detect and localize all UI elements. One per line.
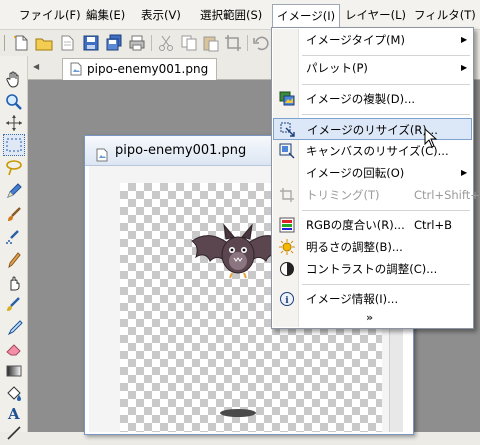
eraser-icon[interactable] bbox=[5, 340, 23, 358]
menu-item-label: イメージタイプ(M) bbox=[306, 33, 405, 47]
line-tool-icon[interactable] bbox=[5, 424, 23, 442]
gradient-icon[interactable] bbox=[5, 362, 23, 380]
info-icon: i bbox=[279, 291, 295, 307]
menu-item-trim[interactable]: トリミング(T) Ctrl+Shift+T bbox=[273, 184, 480, 206]
menu-layer[interactable]: レイヤー(L) bbox=[341, 6, 410, 24]
cut-icon[interactable] bbox=[157, 34, 175, 52]
tab-scroll-left-icon[interactable]: ◀ bbox=[33, 62, 39, 71]
menu-view[interactable]: 表示(V) bbox=[137, 6, 185, 24]
document-tab-label: pipo-enemy001.png bbox=[87, 62, 209, 76]
open-file-icon[interactable] bbox=[58, 34, 76, 52]
zoom-icon[interactable] bbox=[5, 93, 23, 111]
toolbar-grip bbox=[4, 35, 5, 51]
menu-item-label: イメージの回転(O) bbox=[306, 166, 405, 180]
toolbar-separator bbox=[247, 35, 248, 51]
document-window-title: pipo-enemy001.png bbox=[115, 143, 247, 158]
contrast-icon bbox=[279, 261, 295, 277]
crop-icon[interactable] bbox=[224, 34, 242, 52]
text-tool-icon[interactable]: A bbox=[5, 404, 23, 423]
menu-item-label: トリミング(T) bbox=[306, 188, 380, 202]
image-file-icon bbox=[95, 144, 109, 162]
toolbar-separator bbox=[151, 35, 152, 51]
menu-edit[interactable]: 編集(E) bbox=[82, 6, 129, 24]
menu-item-rotate-image[interactable]: イメージの回転(O) ▶ bbox=[273, 162, 472, 184]
menu-item-palette[interactable]: パレット(P) ▶ bbox=[273, 57, 472, 79]
airbrush-icon[interactable] bbox=[5, 228, 23, 246]
menu-item-label: パレット(P) bbox=[306, 61, 368, 75]
save-icon[interactable] bbox=[82, 34, 100, 52]
menu-item-resize-image[interactable]: イメージのリサイズ(R)... bbox=[273, 118, 472, 140]
undo-icon[interactable] bbox=[252, 34, 270, 52]
resize-image-icon bbox=[280, 122, 296, 138]
brightness-icon bbox=[279, 239, 295, 255]
sprite-shadow bbox=[220, 409, 256, 417]
menu-item-image-type[interactable]: イメージタイプ(M) ▶ bbox=[273, 29, 472, 51]
menu-selection[interactable]: 選択範囲(S) bbox=[196, 6, 266, 24]
move-icon[interactable] bbox=[5, 114, 23, 132]
stamp-icon[interactable] bbox=[5, 296, 23, 314]
document-tab[interactable]: pipo-enemy001.png bbox=[62, 58, 218, 80]
menu-item-shortcut: Ctrl+B bbox=[414, 218, 452, 232]
submenu-arrow-icon: ▶ bbox=[461, 35, 468, 44]
svg-text:A: A bbox=[7, 405, 20, 422]
menu-item-label: 明るさの調整(B)... bbox=[306, 240, 403, 254]
menu-separator bbox=[302, 114, 470, 115]
image-file-icon bbox=[69, 62, 83, 76]
menu-item-resize-canvas[interactable]: キャンバスのリサイズ(C)... bbox=[273, 140, 472, 162]
menu-item-label: イメージ情報(I)... bbox=[306, 292, 399, 306]
smudge-icon[interactable] bbox=[5, 274, 23, 292]
menu-file[interactable]: ファイル(F) bbox=[15, 6, 85, 24]
hand-icon[interactable] bbox=[5, 70, 23, 88]
menu-item-image-info[interactable]: i イメージ情報(I)... bbox=[273, 288, 472, 310]
menu-item-duplicate-image[interactable]: イメージの複製(D)... bbox=[273, 88, 472, 110]
svg-text:i: i bbox=[285, 296, 289, 306]
brush-icon[interactable] bbox=[5, 206, 23, 224]
menu-item-contrast[interactable]: コントラストの調整(C)... bbox=[273, 258, 472, 280]
menu-separator bbox=[302, 84, 470, 85]
menu-item-shortcut: Ctrl+Shift+T bbox=[414, 188, 480, 202]
menu-item-label: コントラストの調整(C)... bbox=[306, 262, 438, 276]
menu-separator bbox=[302, 284, 470, 285]
menu-item-label: イメージの複製(D)... bbox=[306, 92, 416, 106]
new-file-icon[interactable] bbox=[12, 34, 30, 52]
double-chevron-down-icon[interactable]: » bbox=[366, 311, 373, 324]
menubar: ファイル(F) 編集(E) 表示(V) 選択範囲(S) イメージ(I) レイヤー… bbox=[0, 0, 480, 30]
menu-filter[interactable]: フィルタ(T) bbox=[410, 6, 480, 24]
menu-item-brightness[interactable]: 明るさの調整(B)... bbox=[273, 236, 472, 258]
menu-image[interactable]: イメージ(I) bbox=[272, 4, 341, 28]
lasso-icon[interactable] bbox=[5, 158, 23, 176]
pencil-icon[interactable] bbox=[5, 182, 23, 200]
menu-item-label: RGBの度合い(R)... bbox=[306, 218, 405, 232]
copy-icon[interactable] bbox=[180, 34, 198, 52]
fill-bucket-icon[interactable] bbox=[5, 384, 23, 402]
trim-icon bbox=[279, 187, 295, 203]
mouse-cursor-icon bbox=[424, 128, 438, 148]
submenu-arrow-icon: ▶ bbox=[461, 168, 468, 177]
image-menu-dropdown: イメージタイプ(M) ▶ パレット(P) ▶ イメージの複製(D)... イメー… bbox=[271, 27, 480, 329]
pen-icon[interactable] bbox=[5, 251, 23, 269]
duplicate-image-icon bbox=[279, 91, 295, 107]
print-icon[interactable] bbox=[128, 34, 146, 52]
paste-icon[interactable] bbox=[202, 34, 220, 52]
submenu-arrow-icon: ▶ bbox=[461, 63, 468, 72]
tool-palette: A bbox=[0, 56, 28, 440]
menu-item-rgb-levels[interactable]: RGBの度合い(R)... Ctrl+B bbox=[273, 214, 472, 236]
save-all-icon[interactable] bbox=[105, 34, 123, 52]
rect-select-icon[interactable] bbox=[3, 134, 25, 156]
menu-separator bbox=[302, 210, 470, 211]
menu-item-label: イメージのリサイズ(R)... bbox=[307, 123, 438, 137]
rgb-levels-icon bbox=[279, 217, 295, 233]
eyedropper-icon[interactable] bbox=[5, 318, 23, 336]
resize-canvas-icon bbox=[279, 143, 295, 159]
open-folder-icon[interactable] bbox=[35, 34, 53, 52]
menu-separator bbox=[302, 55, 470, 56]
